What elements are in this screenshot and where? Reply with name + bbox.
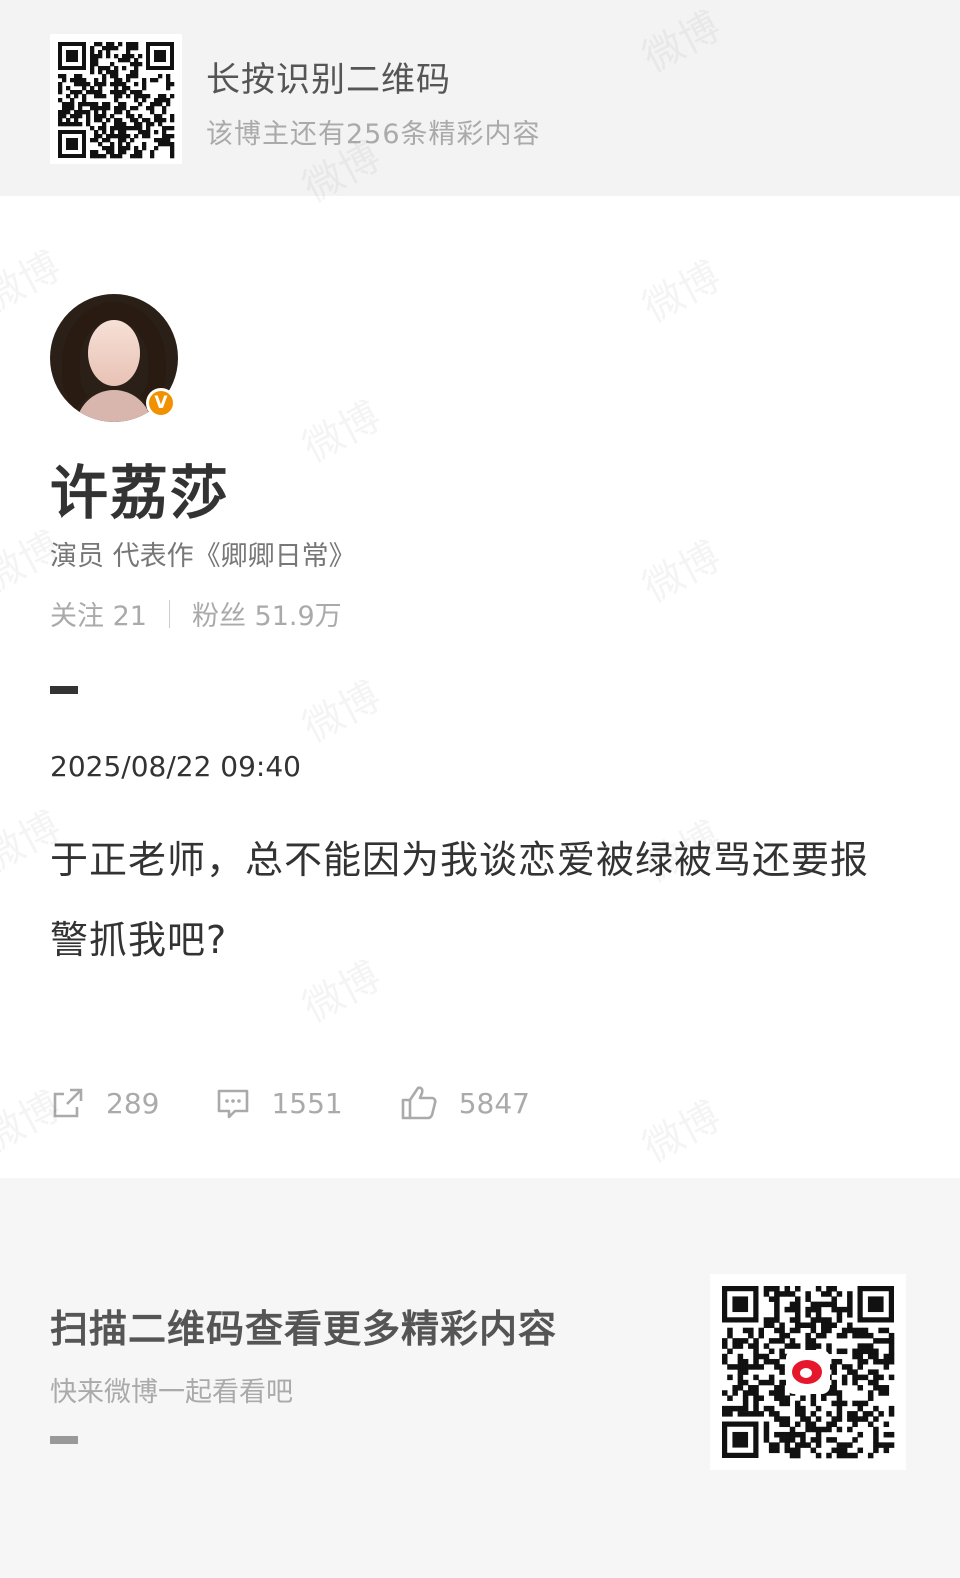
top-qr-code[interactable] [50,34,182,164]
top-banner: 长按识别二维码 该博主还有256条精彩内容 [0,0,960,196]
top-banner-subtitle: 该博主还有256条精彩内容 [206,119,541,150]
repost-count: 289 [106,1086,160,1120]
comment-count: 1551 [271,1086,343,1120]
user-bio: 演员 代表作《卿卿日常》 [50,541,356,572]
bottom-promo-subtitle: 快来微博一起看看吧 [50,1377,293,1408]
post-text: 于正老师，总不能因为我谈恋爱被绿被骂还要报警抓我吧? [50,838,870,962]
verified-badge-icon: V [146,388,176,418]
weibo-logo-icon [786,1350,830,1394]
following-count[interactable]: 关注 21 [50,594,147,633]
bottom-promo: 扫描二维码查看更多精彩内容 快来微博一起看看吧 [0,1178,960,1578]
bottom-qr-code[interactable] [710,1274,906,1470]
followers-count[interactable]: 粉丝 51.9万 [192,594,342,633]
comment-button[interactable]: 1551 [215,1085,343,1121]
top-banner-title: 长按识别二维码 [206,60,451,100]
repost-icon [53,1088,83,1118]
like-button[interactable]: 5847 [399,1084,530,1122]
avatar[interactable]: V [50,294,178,422]
post-timestamp: 2025/08/22 09:40 [50,750,301,783]
like-icon [401,1086,437,1120]
user-name[interactable]: 许荔莎 [50,446,230,530]
qr-code-icon [58,42,175,159]
follow-stats: 关注 21 粉丝 51.9万 [50,594,342,633]
stat-divider [168,599,170,628]
post-action-bar: 289 1551 5847 [50,1084,586,1122]
section-divider-bar [50,686,78,694]
bottom-promo-title: 扫描二维码查看更多精彩内容 [50,1307,558,1351]
comment-icon [218,1089,249,1119]
post-card: V 许荔莎 演员 代表作《卿卿日常》 关注 21 粉丝 51.9万 2025/0… [0,196,960,1178]
like-count: 5847 [458,1086,530,1120]
repost-button[interactable]: 289 [50,1085,159,1121]
bottom-divider-bar [50,1436,78,1444]
